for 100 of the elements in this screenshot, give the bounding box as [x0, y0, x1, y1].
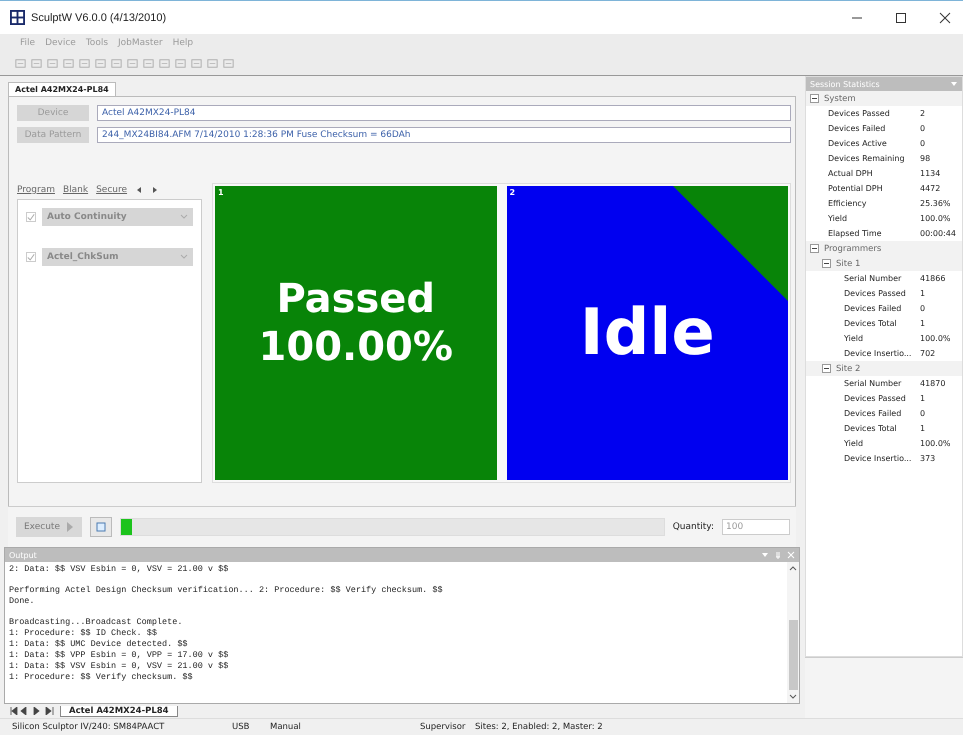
property-value: 41866 — [919, 272, 946, 284]
property-name: Yield — [843, 438, 864, 450]
property-value: 1 — [919, 392, 926, 404]
status-bar-field: Sites: 2, Enabled: 2, Master: 2 — [475, 722, 603, 732]
property-name: Devices Failed — [827, 122, 886, 134]
property-value: 25.36% — [919, 198, 951, 210]
play-icon — [66, 522, 74, 532]
property-value: 373 — [919, 452, 936, 464]
stop-icon — [96, 522, 106, 532]
output-line: 2: Data: $$ VSV Esbin = 0, VSV = 21.00 v $$ — [9, 564, 230, 575]
dropdown-arrow-icon[interactable] — [761, 551, 769, 559]
property-value: 1134 — [919, 168, 940, 180]
field-label-button[interactable]: Device — [17, 105, 89, 121]
toolbar-icon[interactable] — [46, 56, 59, 70]
menu-item[interactable]: Tools — [86, 38, 108, 48]
option-label: Auto Continuity — [47, 212, 127, 222]
scroll-left-icon[interactable] — [135, 186, 144, 194]
site-status-text: Idle — [580, 296, 715, 370]
property-value: 1 — [919, 422, 926, 434]
vertical-scrollbar[interactable] — [787, 562, 799, 703]
menu-item[interactable]: Help — [172, 38, 194, 48]
menu-item[interactable]: Device — [45, 38, 76, 48]
property-name: Devices Total — [843, 422, 898, 434]
property-name: Serial Number — [843, 378, 902, 390]
property-value: 4472 — [919, 182, 940, 194]
dropdown-arrow-icon[interactable] — [950, 80, 958, 88]
tree-group-label: System — [824, 92, 856, 104]
status-bar-field: Supervisor — [420, 722, 475, 732]
checkbox[interactable] — [26, 252, 36, 262]
sheet-navigation-icon[interactable] — [10, 707, 54, 715]
toolbar-icon[interactable] — [222, 56, 235, 70]
toolbar-icon[interactable] — [78, 56, 91, 70]
property-name: Actual DPH — [827, 168, 874, 180]
property-name: Yield — [827, 212, 848, 224]
app-icon — [10, 10, 25, 25]
toolbar-icon[interactable] — [62, 56, 75, 70]
property-name: Device Insertio... — [843, 348, 912, 360]
quantity-field[interactable]: 100 — [722, 519, 790, 535]
close-icon[interactable] — [939, 12, 951, 24]
output-title: Output — [9, 550, 37, 560]
scroll-down-icon[interactable] — [789, 694, 797, 700]
maximize-icon[interactable] — [895, 12, 907, 24]
property-name: Device Insertio... — [843, 452, 912, 464]
property-value: 2 — [919, 108, 926, 120]
status-bar-field: Silicon Sculptor IV/240: SM84PAACT — [12, 722, 232, 732]
output-line: Broadcasting...Broadcast Complete. — [9, 617, 184, 628]
property-value: 98 — [919, 152, 930, 164]
collapse-icon[interactable] — [810, 94, 819, 103]
collapse-icon[interactable] — [822, 364, 831, 373]
field-value: Actel A42MX24-PL84 — [97, 105, 791, 121]
corner-triangle-icon — [673, 186, 788, 301]
document-tab[interactable]: Actel A42MX24-PL84 — [8, 82, 116, 96]
property-name: Yield — [843, 332, 864, 344]
menu-item[interactable]: JobMaster — [118, 38, 163, 48]
field-label-button[interactable]: Data Pattern — [17, 127, 89, 143]
status-bar-field: Manual — [270, 722, 420, 732]
menu-item[interactable]: File — [20, 38, 36, 48]
property-value: 41870 — [919, 378, 946, 390]
property-value: 0 — [919, 302, 926, 314]
property-value: 0 — [919, 138, 926, 150]
toolbar-icon[interactable] — [126, 56, 139, 70]
toolbar-icon[interactable] — [94, 56, 107, 70]
toolbar-icon[interactable] — [158, 56, 171, 70]
toolbar-icon[interactable] — [206, 56, 219, 70]
operation-tab[interactable]: Blank — [62, 185, 88, 195]
output-line: 1: Procedure: $$ Verify checksum. $$ — [9, 672, 194, 683]
stop-button[interactable] — [90, 517, 112, 537]
operation-tab[interactable]: Secure — [96, 185, 128, 195]
tree-group-label: Site 2 — [836, 362, 860, 374]
property-value: 100.0% — [919, 438, 951, 450]
option-dropdown[interactable]: Actel_ChkSum — [42, 248, 193, 266]
property-name: Efficiency — [827, 198, 868, 210]
property-name: Devices Failed — [843, 408, 902, 420]
toolbar-icon[interactable] — [142, 56, 155, 70]
output-line: Done. — [9, 596, 36, 607]
property-name: Elapsed Time — [827, 228, 883, 240]
scroll-up-icon[interactable] — [789, 565, 797, 571]
checkbox[interactable] — [26, 212, 36, 222]
toolbar-icon[interactable] — [30, 56, 43, 70]
output-line: 1: Data: $$ UMC Device detected. $$ — [9, 639, 189, 650]
property-value: 1 — [919, 288, 926, 300]
property-value: 100.0% — [919, 212, 951, 224]
option-label: Actel_ChkSum — [47, 252, 119, 262]
collapse-icon[interactable] — [810, 244, 819, 253]
sheet-tab[interactable]: Actel A42MX24-PL84 — [60, 706, 178, 716]
scroll-right-icon[interactable] — [151, 186, 160, 194]
quantity-label: Quantity: — [672, 522, 714, 532]
toolbar-icon[interactable] — [110, 56, 123, 70]
collapse-icon[interactable] — [822, 259, 831, 268]
option-dropdown[interactable]: Auto Continuity — [42, 208, 193, 226]
toolbar-icon[interactable] — [190, 56, 203, 70]
property-name: Devices Failed — [843, 302, 902, 314]
output-line: 1: Data: $$ VSV Esbin = 0, VSV = 21.00 v $$ — [9, 661, 230, 672]
field-value: 244_MX24BI84.AFM 7/14/2010 1:28:36 PM Fuse Checksum = 66DAh — [97, 127, 791, 143]
pin-icon[interactable] — [774, 551, 782, 559]
toolbar-icon[interactable] — [14, 56, 27, 70]
site-status-text: 100.00% — [258, 323, 453, 371]
toolbar-icon[interactable] — [174, 56, 187, 70]
property-value: 100.0% — [919, 332, 951, 344]
operation-tab[interactable]: Program — [17, 185, 55, 195]
